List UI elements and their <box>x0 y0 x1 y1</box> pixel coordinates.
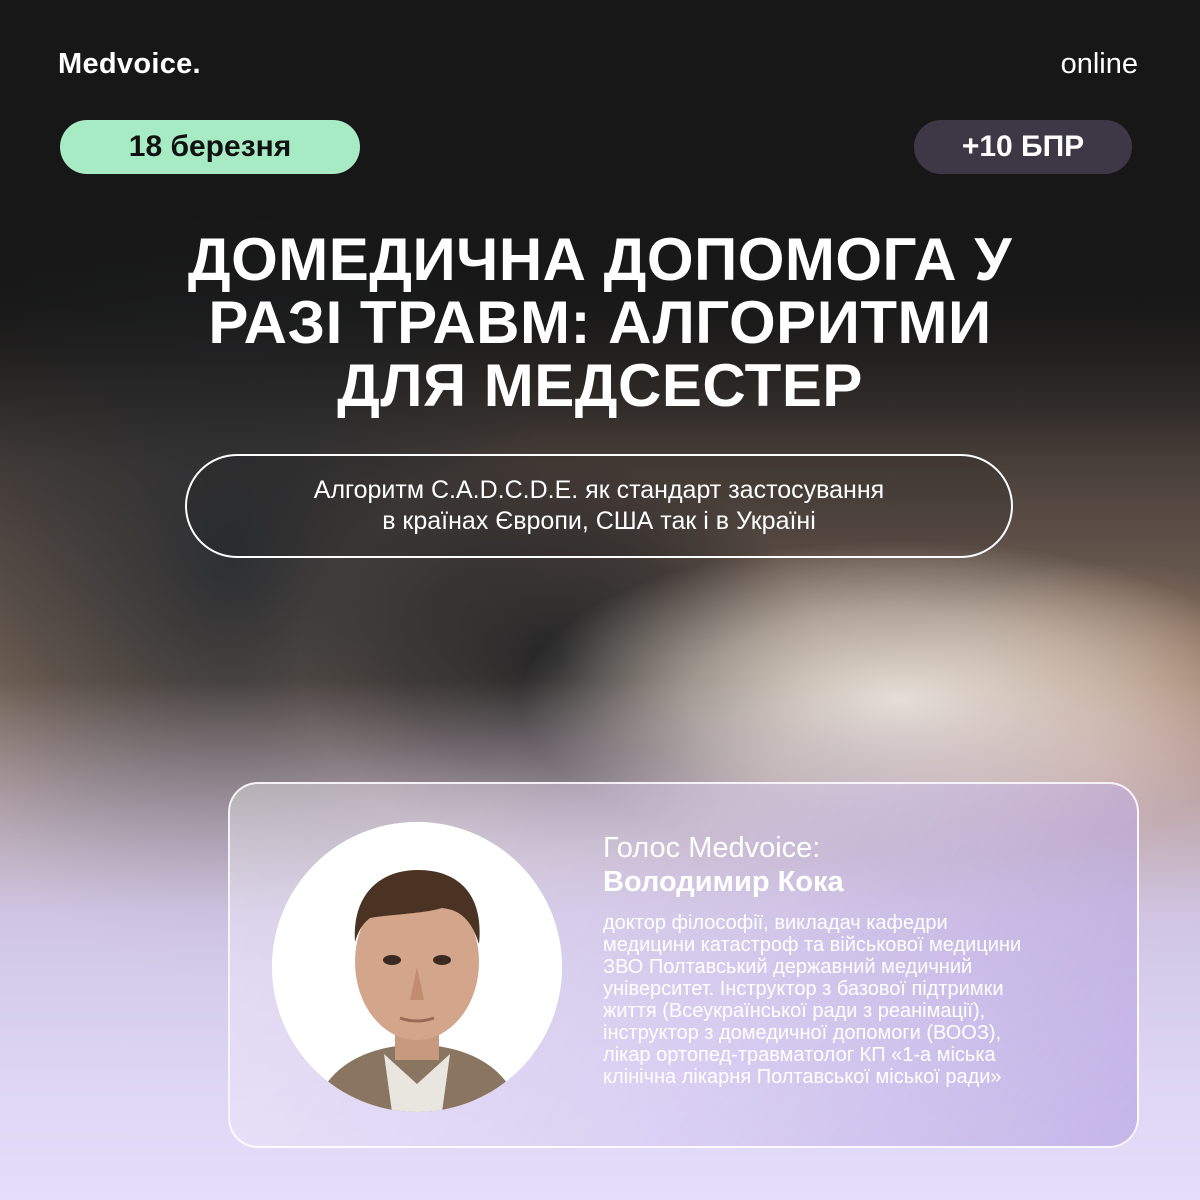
event-subtitle: Алгоритм C.A.D.C.D.E. як стандарт застос… <box>185 454 1013 558</box>
event-format-label: online <box>1060 48 1138 80</box>
speaker-portrait-icon <box>272 822 562 1112</box>
event-title-line: РАЗІ ТРАВМ: АЛГОРИТМИ <box>208 289 992 356</box>
speaker-bio-line: лікар ортопед-травматолог КП «1-а міська <box>603 1044 996 1066</box>
speaker-bio: доктор філософії, викладач кафедри медиц… <box>603 912 1108 1088</box>
speaker-bio-line: університет. Інструктор з базової підтри… <box>603 978 1004 1000</box>
event-title: ДОМЕДИЧНА ДОПОМОГА У РАЗІ ТРАВМ: АЛГОРИТ… <box>80 228 1120 417</box>
brand-logo: Medvoice. <box>58 48 201 80</box>
speaker-bio-line: інструктор з домедичної допомоги (ВООЗ), <box>603 1022 1002 1044</box>
speaker-photo <box>272 822 562 1112</box>
speaker-bio-line: ЗВО Полтавський державний медичний <box>603 956 973 978</box>
speaker-bio-line: доктор філософії, викладач кафедри <box>603 912 948 934</box>
speaker-role-label: Голос Medvoice: <box>603 832 821 864</box>
speaker-bio-line: медицини катастроф та військової медицин… <box>603 934 1022 956</box>
event-title-line: ДОМЕДИЧНА ДОПОМОГА У <box>187 226 1013 293</box>
speaker-bio-line: клінічна лікарня Полтавської міської рад… <box>603 1066 1002 1088</box>
points-badge: +10 БПР <box>914 120 1132 174</box>
date-badge: 18 березня <box>60 120 360 174</box>
speaker-name: Володимир Кока <box>603 866 844 898</box>
event-title-line: ДЛЯ МЕДСЕСТЕР <box>337 352 863 419</box>
event-subtitle-line: в країнах Європи, США так і в Україні <box>382 507 816 535</box>
speaker-bio-line: життя (Всеукраїнської ради з реанімації)… <box>603 1000 986 1022</box>
event-subtitle-line: Алгоритм C.A.D.C.D.E. як стандарт застос… <box>313 476 885 504</box>
